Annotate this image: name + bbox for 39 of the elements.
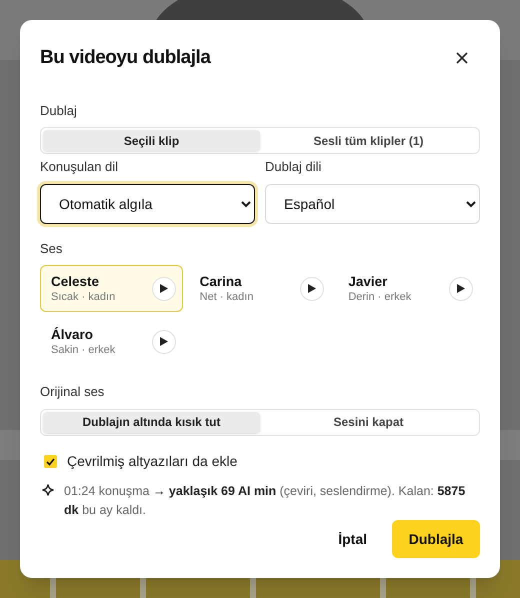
play-button[interactable] (152, 330, 176, 354)
segment-tab[interactable]: Sesli tüm klipler (1) (260, 130, 477, 152)
section-label: Ses (40, 240, 64, 258)
play-icon (457, 284, 465, 294)
close-icon (456, 52, 468, 64)
checkbox-label: Çevrilmiş altyazıları da ekle (67, 452, 238, 471)
segment-tab[interactable]: Sesini kapat (260, 412, 477, 433)
section-label: Dublaj (40, 102, 78, 120)
checkbox[interactable] (44, 455, 57, 468)
language-dropdown[interactable]: Español (265, 184, 480, 224)
voice-name: Álvaro (51, 326, 94, 344)
voice-card[interactable]: Álvaro Sakin · erkek (40, 318, 183, 366)
voice-description: Sıcak · kadın (51, 290, 116, 304)
usage-info: 01:24 konuşma → yaklaşık 69 AI min (çeviri, seslendirme). Kalan: 5875 dk bu ay kaldı. (64, 483, 466, 519)
voice-description: Net · kadın (200, 290, 254, 304)
play-icon (160, 337, 168, 346)
language-dropdown[interactable]: Otomatik algıla (40, 184, 255, 224)
field-label: Konuşulan dil (40, 158, 120, 176)
field-label: Dublaj dili (265, 158, 322, 176)
voice-card[interactable]: Carina Net · kadın (188, 265, 332, 312)
voice-card[interactable]: Celeste Sıcak · kadın (40, 265, 183, 312)
play-button[interactable] (300, 276, 324, 301)
voice-description: Derin · erkek (348, 290, 412, 304)
dialog-title: Bu videoyu dublajla (40, 46, 210, 70)
play-button[interactable] (152, 276, 176, 301)
voice-name: Javier (348, 273, 388, 290)
segment-tab[interactable]: Dublajın altında kısık tut (43, 412, 260, 433)
segment-tab[interactable]: Seçili klip (43, 130, 260, 152)
sparkle-icon (42, 484, 54, 496)
voice-name: Celeste (51, 273, 100, 290)
voice-card[interactable]: Javier Derin · erkek (337, 265, 480, 312)
play-icon (308, 284, 316, 294)
section-label: Orijinal ses (40, 383, 106, 402)
play-button[interactable] (449, 276, 473, 301)
voice-description: Sakin · erkek (51, 343, 116, 358)
play-icon (160, 284, 168, 294)
dub-button[interactable]: Dublajla (392, 520, 480, 558)
voice-name: Carina (200, 273, 243, 290)
cancel-button[interactable]: İptal (325, 520, 380, 558)
